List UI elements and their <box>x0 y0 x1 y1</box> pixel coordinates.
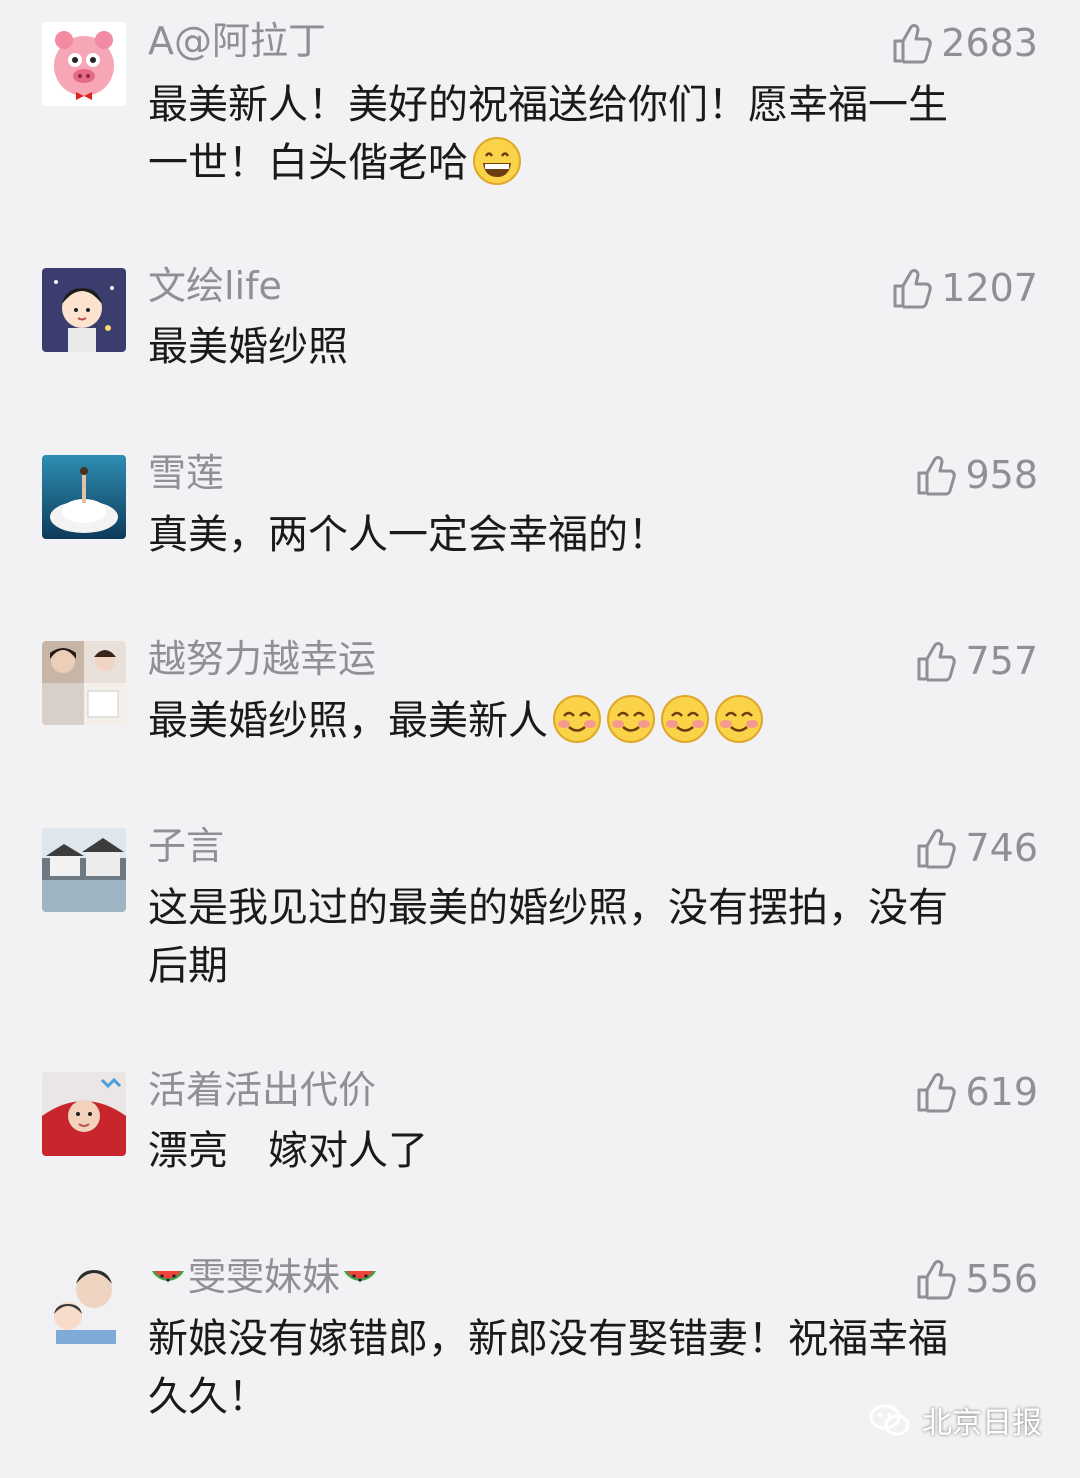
like-count: 2683 <box>941 21 1038 65</box>
comment-username[interactable]: 越努力越幸运 <box>148 636 376 682</box>
like-count: 619 <box>965 1070 1038 1114</box>
comment-text-line: 新娘没有嫁错郎，新郎没有娶错妻！祝福幸福 <box>148 1316 948 1362</box>
avatar[interactable] <box>42 1072 126 1156</box>
thumbs-up-icon <box>913 639 957 683</box>
like-count: 1207 <box>941 266 1038 310</box>
comment-text: 这是我见过的最美的婚纱照，没有摆拍，没有 后期 <box>148 879 1028 995</box>
comment-username[interactable]: 雪莲 <box>148 450 224 496</box>
like-count: 958 <box>965 453 1038 497</box>
smiling-blush-emoji <box>714 694 764 744</box>
thumbs-up-icon <box>889 266 933 310</box>
grinning-face-emoji <box>472 136 522 186</box>
like-button[interactable]: 619 <box>913 1069 1038 1115</box>
like-count: 757 <box>965 639 1038 683</box>
thumbs-up-icon <box>913 1070 957 1114</box>
like-button[interactable]: 757 <box>913 638 1038 684</box>
avatar[interactable] <box>42 1260 126 1344</box>
thumbs-up-icon <box>913 453 957 497</box>
like-button[interactable]: 1207 <box>889 265 1038 311</box>
thumbs-up-icon <box>913 1257 957 1301</box>
smiling-blush-emoji <box>660 694 710 744</box>
comment-text: 真美，两个人一定会幸福的！ <box>148 512 668 558</box>
watermelon-emoji <box>340 1257 380 1297</box>
comment-username[interactable]: 子言 <box>148 823 224 869</box>
comment-username[interactable]: 雯雯妹妹 <box>148 1254 380 1300</box>
comment-text: 最美婚纱照 <box>148 324 348 370</box>
comment-username[interactable]: A@阿拉丁 <box>148 18 326 64</box>
avatar[interactable] <box>42 828 126 912</box>
avatar[interactable] <box>42 641 126 725</box>
comment-text-content: 最美婚纱照，最美新人 <box>148 698 548 744</box>
comment-text: 最美新人！美好的祝福送给你们！愿幸福一生 一世！白头偕老哈 <box>148 76 1028 192</box>
comment-text-line: 一世！白头偕老哈 <box>148 140 468 186</box>
avatar[interactable] <box>42 455 126 539</box>
comment-text-line: 最美新人！美好的祝福送给你们！愿幸福一生 <box>148 82 948 128</box>
comment-username[interactable]: 文绘life <box>148 263 282 309</box>
like-button[interactable]: 746 <box>913 825 1038 871</box>
like-button[interactable]: 958 <box>913 452 1038 498</box>
smiling-blush-emoji <box>552 694 602 744</box>
watermark: 北京日报 <box>868 1398 1042 1442</box>
comment-text: 最美婚纱照，最美新人 <box>148 692 1028 750</box>
like-button[interactable]: 2683 <box>889 20 1038 66</box>
comment-username[interactable]: 活着活出代价 <box>148 1067 376 1113</box>
avatar[interactable] <box>42 268 126 352</box>
watermelon-emoji <box>148 1257 188 1297</box>
watermark-label: 北京日报 <box>922 1406 1042 1441</box>
like-count: 556 <box>965 1257 1038 1301</box>
comment-text-line: 后期 <box>148 943 228 989</box>
like-button[interactable]: 556 <box>913 1256 1038 1302</box>
avatar[interactable] <box>42 22 126 106</box>
like-count: 746 <box>965 826 1038 870</box>
thumbs-up-icon <box>913 826 957 870</box>
comment-username-text: 雯雯妹妹 <box>188 1255 341 1299</box>
comment-text-line: 这是我见过的最美的婚纱照，没有摆拍，没有 <box>148 885 948 931</box>
wechat-logo-icon <box>868 1400 912 1440</box>
thumbs-up-icon <box>889 21 933 65</box>
smiling-blush-emoji <box>606 694 656 744</box>
comment-text: 漂亮 嫁对人了 <box>148 1128 428 1174</box>
